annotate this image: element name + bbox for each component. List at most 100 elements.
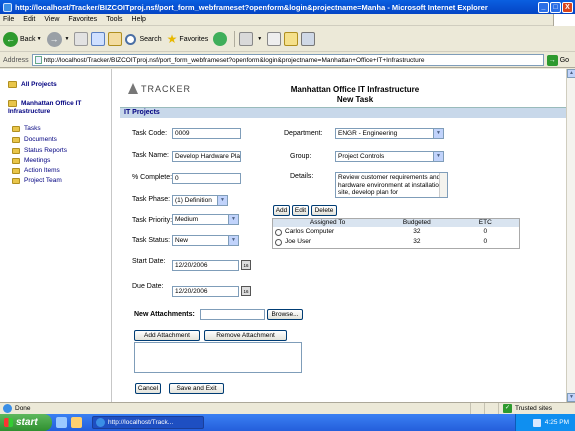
folder-icon [12,157,20,164]
folder-icon [8,100,17,107]
windows-flag-icon [4,418,13,427]
window-title: http://localhost/Tracker/BIZCOITproj.nsf… [15,2,488,12]
address-input[interactable]: http://localhost/Tracker/BIZCOITproj.nsf… [31,54,544,66]
refresh-icon[interactable] [91,32,106,46]
percent-complete-input[interactable]: 0 [172,173,241,184]
table-row[interactable]: Joe User 32 0 [273,237,519,247]
tray-icon[interactable] [532,418,541,427]
clock: 4:25 PM [544,419,569,426]
scroll-down-icon[interactable]: ▼ [567,393,575,402]
task-code-input[interactable]: 0009 [172,128,241,139]
details-textarea[interactable]: Review customer requirements and hardwar… [335,172,448,198]
delete-assignment-button[interactable]: Delete [311,205,337,216]
task-name-input[interactable]: Develop Hardware Plan [172,151,241,162]
sidebar-item-label[interactable]: Project Team [24,177,62,184]
taskbar-ie-window[interactable]: http://localhost/Track... [92,416,204,429]
folder-icon [12,125,20,132]
mail-icon[interactable] [239,32,254,46]
folder-icon [12,136,20,143]
save-and-exit-button[interactable]: Save and Exit [169,383,224,394]
menu-file[interactable]: File [3,16,14,23]
favorites-star-icon: ★ [166,32,178,46]
attachments-list[interactable] [134,342,302,373]
start-button[interactable]: start [0,414,52,431]
add-attachment-button[interactable]: Add Attachment [134,330,200,341]
favorites-button[interactable]: ★ Favorites [167,32,209,46]
back-button[interactable]: ← Back ▼ [3,31,42,47]
back-dropdown-icon[interactable]: ▼ [37,36,42,42]
remove-attachment-button[interactable]: Remove Attachment [204,330,287,341]
sidebar-item-status-reports[interactable]: Status Reports [12,147,67,154]
task-phase-select[interactable]: (1) Definition ▼ [172,195,228,206]
browse-button[interactable]: Browse... [267,309,303,320]
maximize-button[interactable]: □ [550,1,561,13]
group-select[interactable]: Project Controls ▼ [335,151,444,162]
start-date-input[interactable]: 12/20/2006 [172,260,239,271]
home-icon[interactable] [108,32,123,46]
due-date-calendar-icon[interactable]: 16 [241,286,251,296]
forward-button[interactable]: → ▼ [46,31,70,47]
go-button[interactable]: → Go [546,54,569,66]
sidebar-item-meetings[interactable]: Meetings [12,157,50,164]
details-scrollbar[interactable] [439,173,447,197]
task-status-select[interactable]: New ▼ [172,235,239,246]
print-icon[interactable] [267,32,282,46]
status-text: Done [15,405,31,412]
forward-dropdown-icon[interactable]: ▼ [65,36,70,42]
project-link[interactable]: Manhattan Office IT Infrastructure [8,100,81,115]
page-title: Manhattan Office IT Infrastructure [290,85,420,94]
windows-taskbar: start http://localhost/Track... 4:25 PM [0,414,575,431]
quicklaunch-folder-icon[interactable] [71,417,82,428]
sidebar-item-label[interactable]: Status Reports [24,147,67,154]
edit-assignment-button[interactable]: Edit [292,205,309,216]
sidebar-project[interactable]: Manhattan Office IT Infrastructure [8,100,108,116]
task-code-label: Task Code: [132,130,168,137]
menu-view[interactable]: View [44,16,59,23]
quicklaunch-ie-icon[interactable] [56,417,67,428]
minimize-button[interactable]: _ [538,1,549,13]
department-select[interactable]: ENGR - Engineering ▼ [335,128,444,139]
sidebar-item-documents[interactable]: Documents [12,136,57,143]
close-button[interactable]: X [562,1,573,13]
row-radio-button[interactable] [275,228,282,236]
menu-tools[interactable]: Tools [106,16,122,23]
media-icon[interactable] [213,32,228,46]
sidebar-item-project-team[interactable]: Project Team [12,177,62,184]
window-title-bar: http://localhost/Tracker/BIZCOITproj.nsf… [0,0,575,14]
sidebar-item-tasks[interactable]: Tasks [12,125,41,132]
sidebar-item-action-items[interactable]: Action Items [12,167,60,174]
chevron-down-icon: ▼ [228,215,238,224]
sidebar-all-projects[interactable]: All Projects [8,81,57,89]
percent-complete-label: % Complete: [132,174,173,181]
menu-help[interactable]: Help [132,16,146,23]
search-button[interactable]: Search [125,33,162,45]
vertical-scrollbar[interactable]: ▲ ▼ [566,69,575,402]
sidebar-item-label[interactable]: Documents [24,136,57,143]
all-projects-link[interactable]: All Projects [21,81,57,88]
sidebar-item-label[interactable]: Meetings [24,157,50,164]
add-assignment-button[interactable]: Add [273,205,290,216]
sidebar-item-label[interactable]: Tasks [24,125,41,132]
row-radio-button[interactable] [275,238,282,246]
start-label: start [16,417,38,428]
stop-icon[interactable] [74,32,89,46]
discuss-icon[interactable] [301,32,316,46]
mail-dropdown-icon[interactable]: ▼ [257,36,262,42]
forward-arrow-icon: → [46,31,62,47]
menu-favorites[interactable]: Favorites [68,16,97,23]
task-priority-select[interactable]: Medium ▼ [172,214,239,225]
go-arrow-icon: → [546,54,558,66]
windows-logo-icon [553,14,575,26]
due-date-input[interactable]: 12/20/2006 [172,286,239,297]
scroll-up-icon[interactable]: ▲ [567,69,575,78]
attachment-file-input[interactable] [200,309,265,320]
menu-edit[interactable]: Edit [23,16,35,23]
security-zone-text: Trusted sites [515,405,552,412]
table-row[interactable]: Carlos Computer 32 0 [273,227,519,237]
start-date-calendar-icon[interactable]: 16 [241,260,251,270]
etc-value: 0 [483,228,488,235]
favorites-label: Favorites [179,35,209,43]
cancel-button[interactable]: Cancel [135,383,161,394]
edit-icon[interactable] [284,32,299,46]
sidebar-item-label[interactable]: Action Items [24,167,60,174]
